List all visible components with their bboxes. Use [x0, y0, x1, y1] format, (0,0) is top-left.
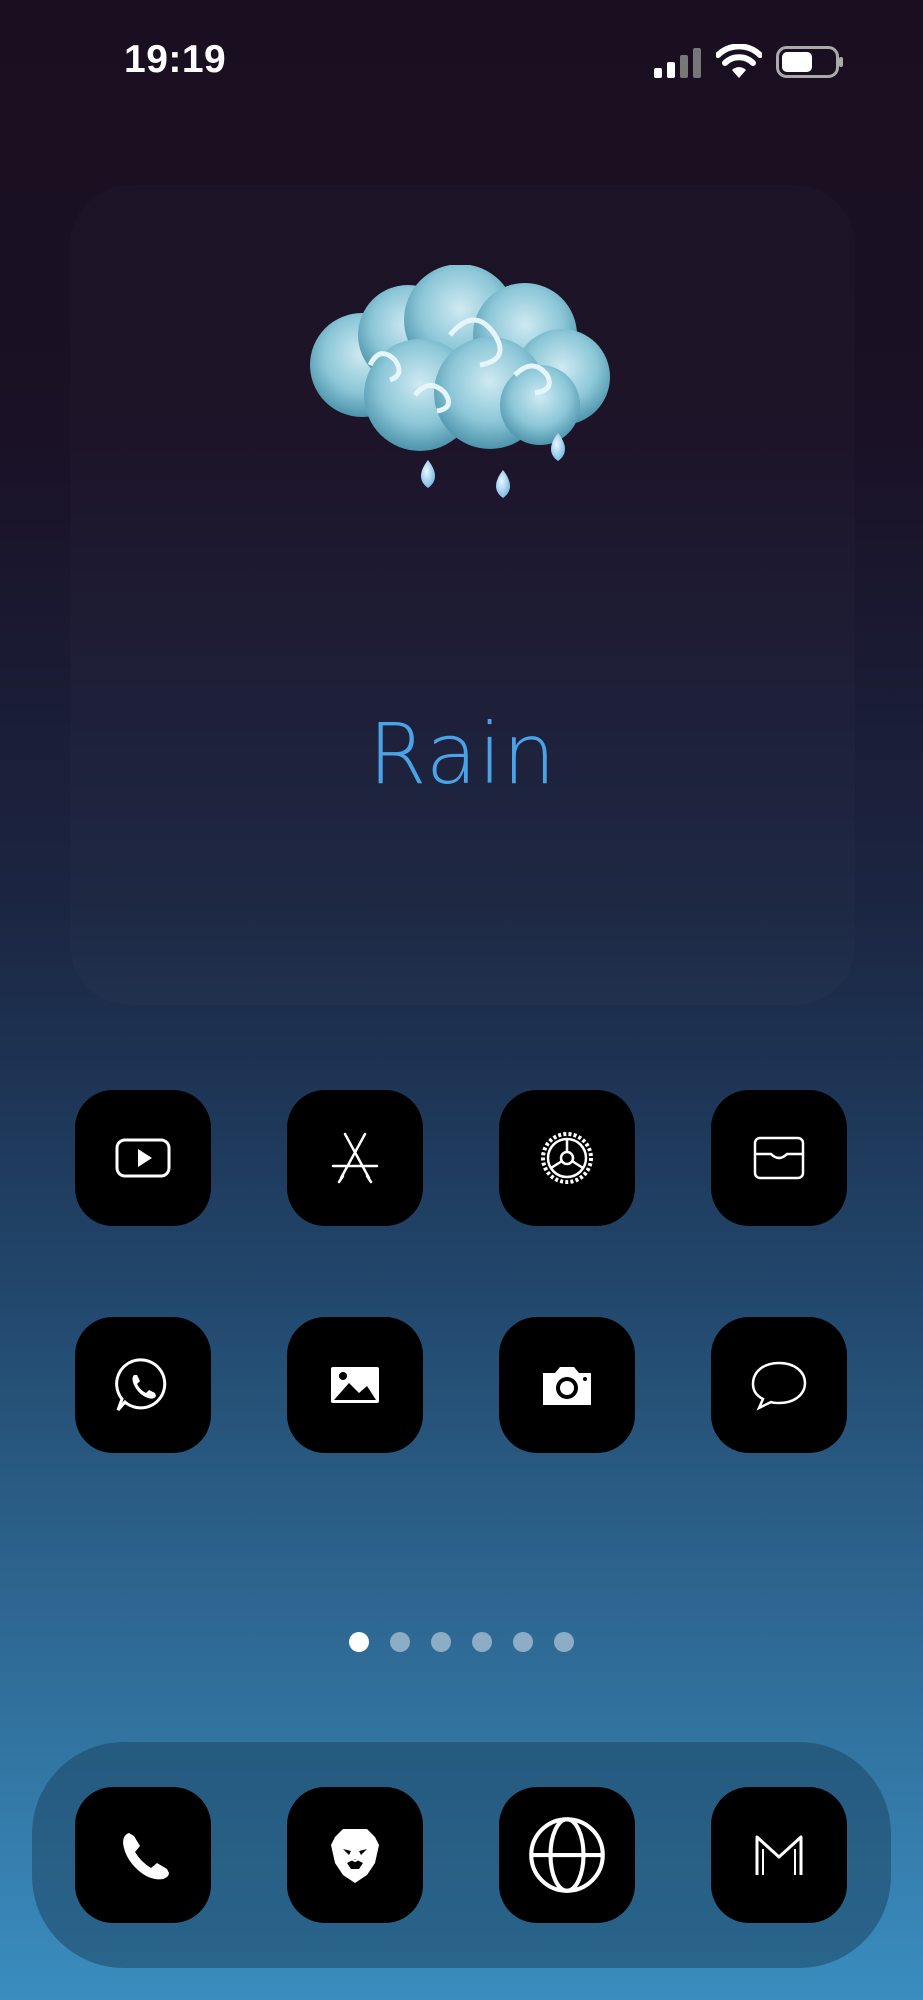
status-time: 19:19 — [124, 38, 227, 81]
page-dot-5[interactable] — [513, 1632, 533, 1652]
youtube-app[interactable] — [75, 1090, 211, 1226]
photos-icon — [331, 1367, 379, 1403]
messages-app[interactable] — [711, 1317, 847, 1453]
page-indicator[interactable] — [349, 1632, 574, 1652]
cellular-signal-icon — [654, 48, 701, 78]
battery-icon — [776, 46, 843, 78]
whatsapp-icon — [115, 1358, 167, 1411]
browser-app[interactable] — [499, 1787, 635, 1923]
youtube-icon — [115, 1138, 171, 1178]
globe-browser-icon — [529, 1817, 605, 1893]
camera-app[interactable] — [499, 1317, 635, 1453]
page-dot-2[interactable] — [390, 1632, 410, 1652]
status-bar: 19:19 — [0, 0, 923, 120]
phone-app[interactable] — [75, 1787, 211, 1923]
page-dot-3[interactable] — [431, 1632, 451, 1652]
wallet-app[interactable] — [711, 1090, 847, 1226]
gmail-icon — [755, 1835, 803, 1875]
phone-icon — [123, 1833, 169, 1880]
settings-gear-icon — [541, 1132, 593, 1184]
whatsapp-app[interactable] — [75, 1317, 211, 1453]
settings-app[interactable] — [499, 1090, 635, 1226]
page-dot-4[interactable] — [472, 1632, 492, 1652]
brave-lion-icon — [331, 1829, 379, 1883]
wifi-icon — [716, 44, 762, 78]
brave-app[interactable] — [287, 1787, 423, 1923]
page-dot-6[interactable] — [554, 1632, 574, 1652]
weather-condition-label: Rain — [368, 705, 557, 803]
app-store-app[interactable] — [287, 1090, 423, 1226]
photos-app[interactable] — [287, 1317, 423, 1453]
rain-cloud-icon — [310, 265, 610, 498]
messages-icon — [751, 1361, 807, 1411]
weather-widget[interactable]: Rain — [70, 185, 855, 1005]
page-dot-1[interactable] — [349, 1632, 369, 1652]
camera-icon — [543, 1367, 591, 1405]
gmail-app[interactable] — [711, 1787, 847, 1923]
wallet-icon — [753, 1136, 805, 1180]
app-store-icon — [331, 1132, 379, 1184]
